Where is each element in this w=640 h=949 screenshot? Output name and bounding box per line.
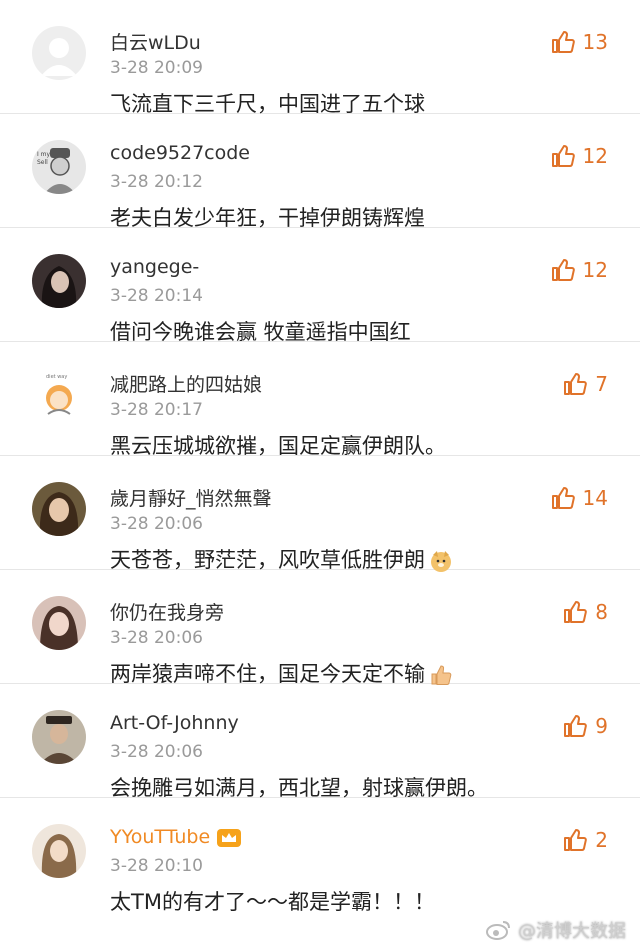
- like-button[interactable]: 9: [563, 714, 608, 738]
- svg-text:diet way: diet way: [46, 374, 67, 380]
- avatar[interactable]: diet way: [32, 368, 86, 422]
- user-photo-icon: [32, 824, 86, 878]
- like-count: 12: [582, 258, 608, 282]
- like-count: 8: [595, 600, 608, 624]
- watermark: @清博大数据: [486, 917, 626, 943]
- comment-item: 白云wLDu 3-28 20:09 飞流直下三千尺，中国进了五个球 13: [0, 0, 640, 116]
- comment-item: yangege- 3-28 20:14 借问今晚谁会赢 牧童遥指中国红 12: [0, 228, 640, 344]
- thumbs-up-icon: [551, 145, 575, 167]
- thumbs-up-icon: [551, 487, 575, 509]
- comment-username[interactable]: 减肥路上的四姑娘: [110, 370, 262, 397]
- comment-time: 3-28 20:06: [110, 742, 203, 762]
- comment-username[interactable]: 歲月靜好_悄然無聲: [110, 484, 272, 511]
- comment-username[interactable]: code9527code: [110, 142, 250, 164]
- like-button[interactable]: 12: [551, 258, 608, 282]
- like-button[interactable]: 14: [551, 486, 608, 510]
- user-photo-icon: I my Sell: [32, 140, 86, 194]
- avatar[interactable]: [32, 710, 86, 764]
- thumbs-up-icon: [551, 31, 575, 53]
- avatar[interactable]: [32, 824, 86, 878]
- thumbs-up-icon: [564, 373, 588, 395]
- like-count: 12: [582, 144, 608, 168]
- comment-item: I my Sell code9527code 3-28 20:12 老夫白发少年…: [0, 114, 640, 230]
- comment-username[interactable]: 你仍在我身旁: [110, 598, 224, 625]
- like-count: 9: [595, 714, 608, 738]
- comment-item: Art-Of-Johnny 3-28 20:06 会挽雕弓如满月，西北望，射球赢…: [0, 684, 640, 800]
- like-count: 7: [595, 372, 608, 396]
- avatar[interactable]: [32, 482, 86, 536]
- like-button[interactable]: 7: [563, 372, 608, 396]
- comment-text: 太TM的有才了～～都是学霸！！！: [110, 890, 435, 914]
- thumbs-up-icon: [564, 829, 588, 851]
- svg-text:I my: I my: [37, 151, 51, 158]
- user-photo-icon: [32, 482, 86, 536]
- avatar[interactable]: I my Sell: [32, 140, 86, 194]
- default-avatar-icon: [32, 26, 86, 80]
- comment-username-vip[interactable]: YYouTTube: [110, 826, 242, 849]
- like-button[interactable]: 2: [563, 828, 608, 852]
- like-button[interactable]: 8: [563, 600, 608, 624]
- like-button[interactable]: 12: [551, 144, 608, 168]
- comment-time: 3-28 20:14: [110, 286, 203, 306]
- watermark-text: @清博大数据: [518, 921, 626, 942]
- comment-time: 3-28 20:10: [110, 856, 203, 876]
- avatar[interactable]: [32, 254, 86, 308]
- comment-username[interactable]: yangege-: [110, 256, 199, 278]
- user-photo-icon: [32, 254, 86, 308]
- user-photo-icon: [32, 710, 86, 764]
- avatar[interactable]: [32, 26, 86, 80]
- like-count: 13: [582, 30, 608, 54]
- comment-time: 3-28 20:06: [110, 514, 203, 534]
- comment-time: 3-28 20:09: [110, 58, 203, 78]
- user-photo-icon: [32, 596, 86, 650]
- comment-list: 白云wLDu 3-28 20:09 飞流直下三千尺，中国进了五个球 13 I m…: [0, 0, 640, 914]
- like-count: 2: [595, 828, 608, 852]
- comment-time: 3-28 20:12: [110, 172, 203, 192]
- comment-item: 你仍在我身旁 3-28 20:06 两岸猿声啼不住，国足今天定不输 8: [0, 570, 640, 686]
- like-button[interactable]: 13: [551, 30, 608, 54]
- weibo-logo-icon: [486, 921, 510, 940]
- comment-item: YYouTTube 3-28 20:10 太TM的有才了～～都是学霸！！！ 2: [0, 798, 640, 914]
- thumbs-up-icon: [564, 601, 588, 623]
- thumbs-up-icon: [551, 259, 575, 281]
- comment-item: 歲月靜好_悄然無聲 3-28 20:06 天苍苍，野茫茫，风吹草低胜伊朗 14: [0, 456, 640, 572]
- svg-text:Sell: Sell: [37, 159, 48, 166]
- comment-username[interactable]: 白云wLDu: [110, 28, 201, 55]
- like-count: 14: [582, 486, 608, 510]
- avatar[interactable]: [32, 596, 86, 650]
- cartoon-girl-avatar-icon: diet way: [32, 368, 86, 422]
- comment-time: 3-28 20:06: [110, 628, 203, 648]
- comment-username[interactable]: Art-Of-Johnny: [110, 712, 239, 734]
- thumbs-up-icon: [564, 715, 588, 737]
- vip-crown-icon: [217, 828, 242, 847]
- comment-item: diet way 减肥路上的四姑娘 3-28 20:17 黑云压城城欲摧，国足定…: [0, 342, 640, 458]
- comment-time: 3-28 20:17: [110, 400, 203, 420]
